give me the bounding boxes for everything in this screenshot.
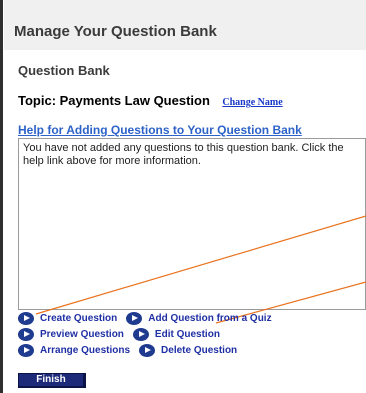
play-circle-icon [139,343,156,357]
arrange-questions-label: Arrange Questions [40,344,131,356]
change-name-link[interactable]: Change Name [222,97,282,108]
finish-button[interactable]: Finish [18,373,86,388]
play-circle-icon [126,311,143,325]
question-list-box[interactable]: You have not added any questions to this… [18,138,366,310]
create-question-label: Create Question [40,312,118,324]
add-question-from-quiz-label: Add Question from a Quiz [148,312,272,324]
action-row: Create Question Add Question from a Quiz [18,310,281,326]
topic-label: Topic: Payments Law Question [18,93,210,108]
page-title: Manage Your Question Bank [4,0,366,50]
play-circle-icon [132,327,149,341]
topic-row: Topic: Payments Law Question Change Name [18,92,283,110]
help-link[interactable]: Help for Adding Questions to Your Questi… [18,123,302,137]
delete-question-label: Delete Question [161,344,238,356]
action-row: Arrange Questions Delete Question [18,342,281,358]
left-border [0,0,3,393]
arrange-questions-button[interactable]: Arrange Questions [18,343,131,357]
preview-question-button[interactable]: Preview Question [18,327,124,341]
question-actions: Create Question Add Question from a Quiz… [18,310,281,358]
play-circle-icon [18,311,34,325]
play-circle-icon [18,327,34,341]
edit-question-label: Edit Question [154,328,220,340]
preview-question-label: Preview Question [40,328,124,340]
empty-bank-message: You have not added any questions to this… [23,142,344,167]
play-circle-icon [18,343,34,357]
create-question-button[interactable]: Create Question [18,311,118,325]
section-title: Question Bank [18,63,110,78]
edit-question-button[interactable]: Edit Question [132,327,220,341]
action-row: Preview Question Edit Question [18,326,281,342]
add-question-from-quiz-button[interactable]: Add Question from a Quiz [126,311,272,325]
delete-question-button[interactable]: Delete Question [139,343,238,357]
